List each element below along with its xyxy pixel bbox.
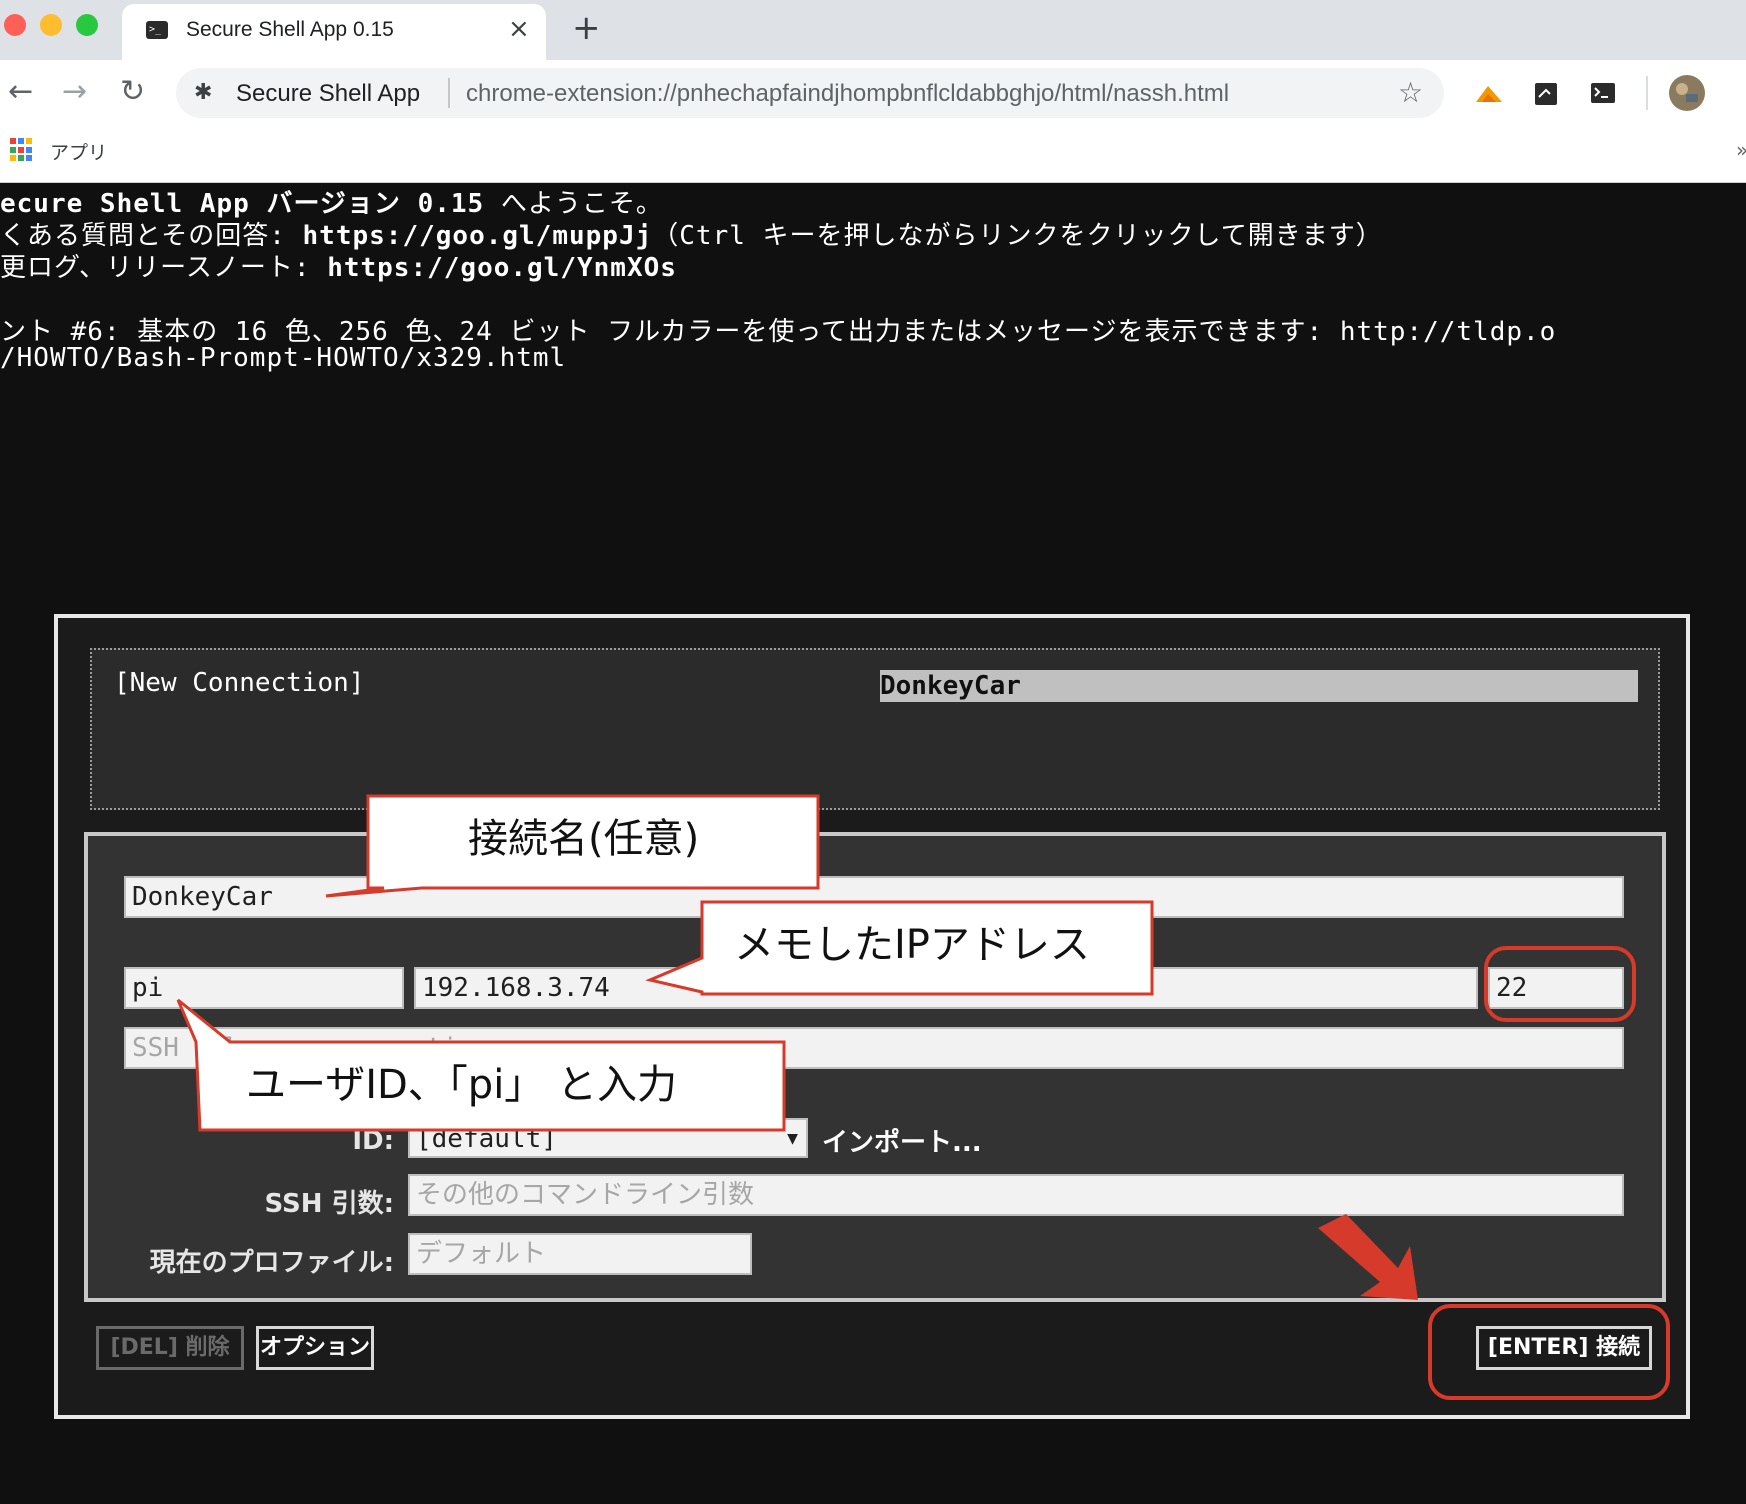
extension-orange-icon[interactable] [1474,82,1504,106]
profile-avatar[interactable] [1668,74,1706,112]
new-connection-item[interactable]: [New Connection] [114,668,364,698]
import-link[interactable]: インポート... [822,1122,982,1159]
username-field[interactable]: pi [124,967,404,1009]
tab-strip: >_ Secure Shell App 0.15 × + [0,0,1746,60]
changelog-line: 更ログ、リリースノート: https://goo.gl/YnmXOs [0,247,677,284]
changelog-prefix: 更ログ、リリースノート: [0,253,328,283]
url-text[interactable]: chrome-extension://pnhechapfaindjhompbnf… [466,80,1229,108]
window-minimize-button[interactable] [40,14,62,36]
apps-grid-icon[interactable] [10,138,34,162]
relay-placeholder-visible: SSH [132,1033,179,1063]
ssh-args-field[interactable]: その他のコマンドライン引数 [408,1174,1624,1216]
hostname-field[interactable]: 192.168.3.74 [414,967,1478,1009]
delete-button[interactable]: [DEL] 削除 [96,1326,244,1370]
star-icon[interactable]: ☆ [1398,76,1423,109]
current-profile-field[interactable]: デフォルト [408,1233,752,1275]
identity-value: [default] [416,1124,557,1154]
reload-icon[interactable]: ↻ [120,74,145,109]
selected-profile-item[interactable]: DonkeyCar [880,670,1638,702]
current-profile-label: 現在のプロファイル: [149,1248,394,1278]
port-highlight-ring [1484,946,1636,1022]
back-arrow-icon[interactable]: ← [8,74,33,109]
identity-select[interactable]: [default] ▼ [408,1118,808,1158]
tab-secure-shell[interactable]: >_ Secure Shell App 0.15 × [122,4,546,60]
callout-connection-name: 接続名(任意) [468,816,700,862]
identity-label: ID: [352,1126,394,1156]
options-button[interactable]: オプション [256,1326,374,1370]
address-bar[interactable]: ✱ Secure Shell App chrome-extension://pn… [176,68,1444,118]
connect-highlight-ring [1428,1304,1670,1400]
callout-user-id: ユーザID、「pi」 と入力 [246,1062,678,1108]
close-icon[interactable]: × [508,14,530,44]
tip-line-2[interactable]: /HOWTO/Bash-Prompt-HOWTO/x329.html [0,343,566,373]
faq-suffix: （Ctrl キーを押しながらリンクをクリックして開きます） [652,221,1383,251]
bookmark-apps[interactable]: アプリ [50,138,107,165]
connection-dialog: [New Connection] DonkeyCar DonkeyCar pi … [54,614,1690,1419]
window-zoom-button[interactable] [76,14,98,36]
chevron-down-icon: ▼ [787,1128,798,1149]
profile-list: [New Connection] DonkeyCar [90,648,1660,810]
kebab-menu-icon[interactable]: ⋮ [1736,72,1746,107]
toolbar-divider [1646,76,1648,110]
forward-arrow-icon[interactable]: → [62,74,87,109]
omnibox-divider [448,78,450,108]
puzzle-piece-icon: ✱ [194,80,213,105]
ssh-args-label: SSH 引数: [264,1189,395,1219]
terminal-icon: >_ [146,21,168,39]
changelog-link[interactable]: https://goo.gl/YnmXOs [327,253,677,283]
ssh-extension-icon[interactable] [1534,82,1558,106]
callout-ip-address: メモしたIPアドレス [734,922,1090,968]
bookmarks-overflow-icon[interactable]: » [1736,138,1746,162]
site-name: Secure Shell App [236,80,421,107]
browser-toolbar: ← → ↻ ✱ Secure Shell App chrome-extensio… [0,60,1746,128]
tab-title: Secure Shell App 0.15 [186,18,394,41]
terminal-extension-icon[interactable] [1590,82,1616,104]
new-tab-button[interactable]: + [572,8,601,48]
bookmarks-bar: アプリ » [0,128,1746,183]
window-close-button[interactable] [4,14,26,36]
